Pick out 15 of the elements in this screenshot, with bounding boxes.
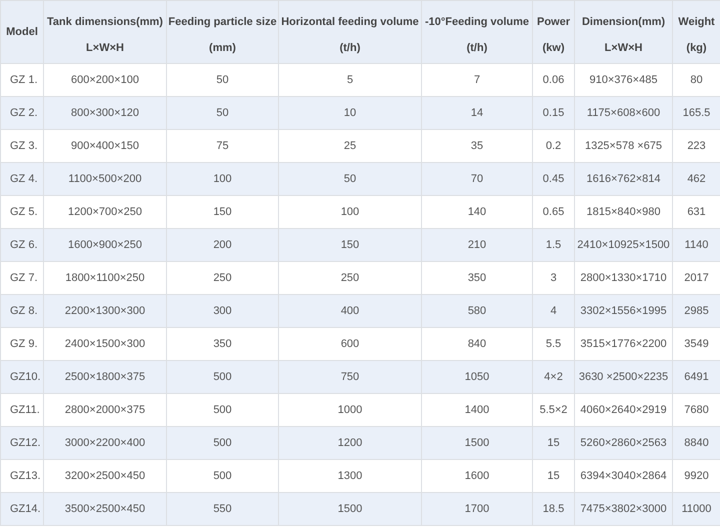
- column-header: Dimension(mm) L×W×H: [574, 0, 672, 64]
- table-cell: 18.5: [532, 492, 574, 526]
- column-header: Model: [0, 0, 44, 64]
- column-header: Weight (kg): [672, 0, 720, 64]
- column-header: Power (kw): [532, 0, 574, 64]
- column-header: Horizontal feeding volume (t/h): [278, 0, 422, 64]
- table-cell: 1700: [422, 492, 532, 526]
- column-header: Tank dimensions(mm) L×W×H: [44, 0, 166, 64]
- column-header: Feeding particle size (mm): [166, 0, 278, 64]
- table-cell: 7475×3802×3000: [574, 492, 672, 526]
- table-cell: 550: [166, 492, 278, 526]
- column-header: -10°Feeding volume (t/h): [422, 0, 532, 64]
- table-cell: 3500×2500×450: [44, 492, 166, 526]
- table-cell: GZ14.: [0, 492, 44, 526]
- table-cell: 1500: [278, 492, 422, 526]
